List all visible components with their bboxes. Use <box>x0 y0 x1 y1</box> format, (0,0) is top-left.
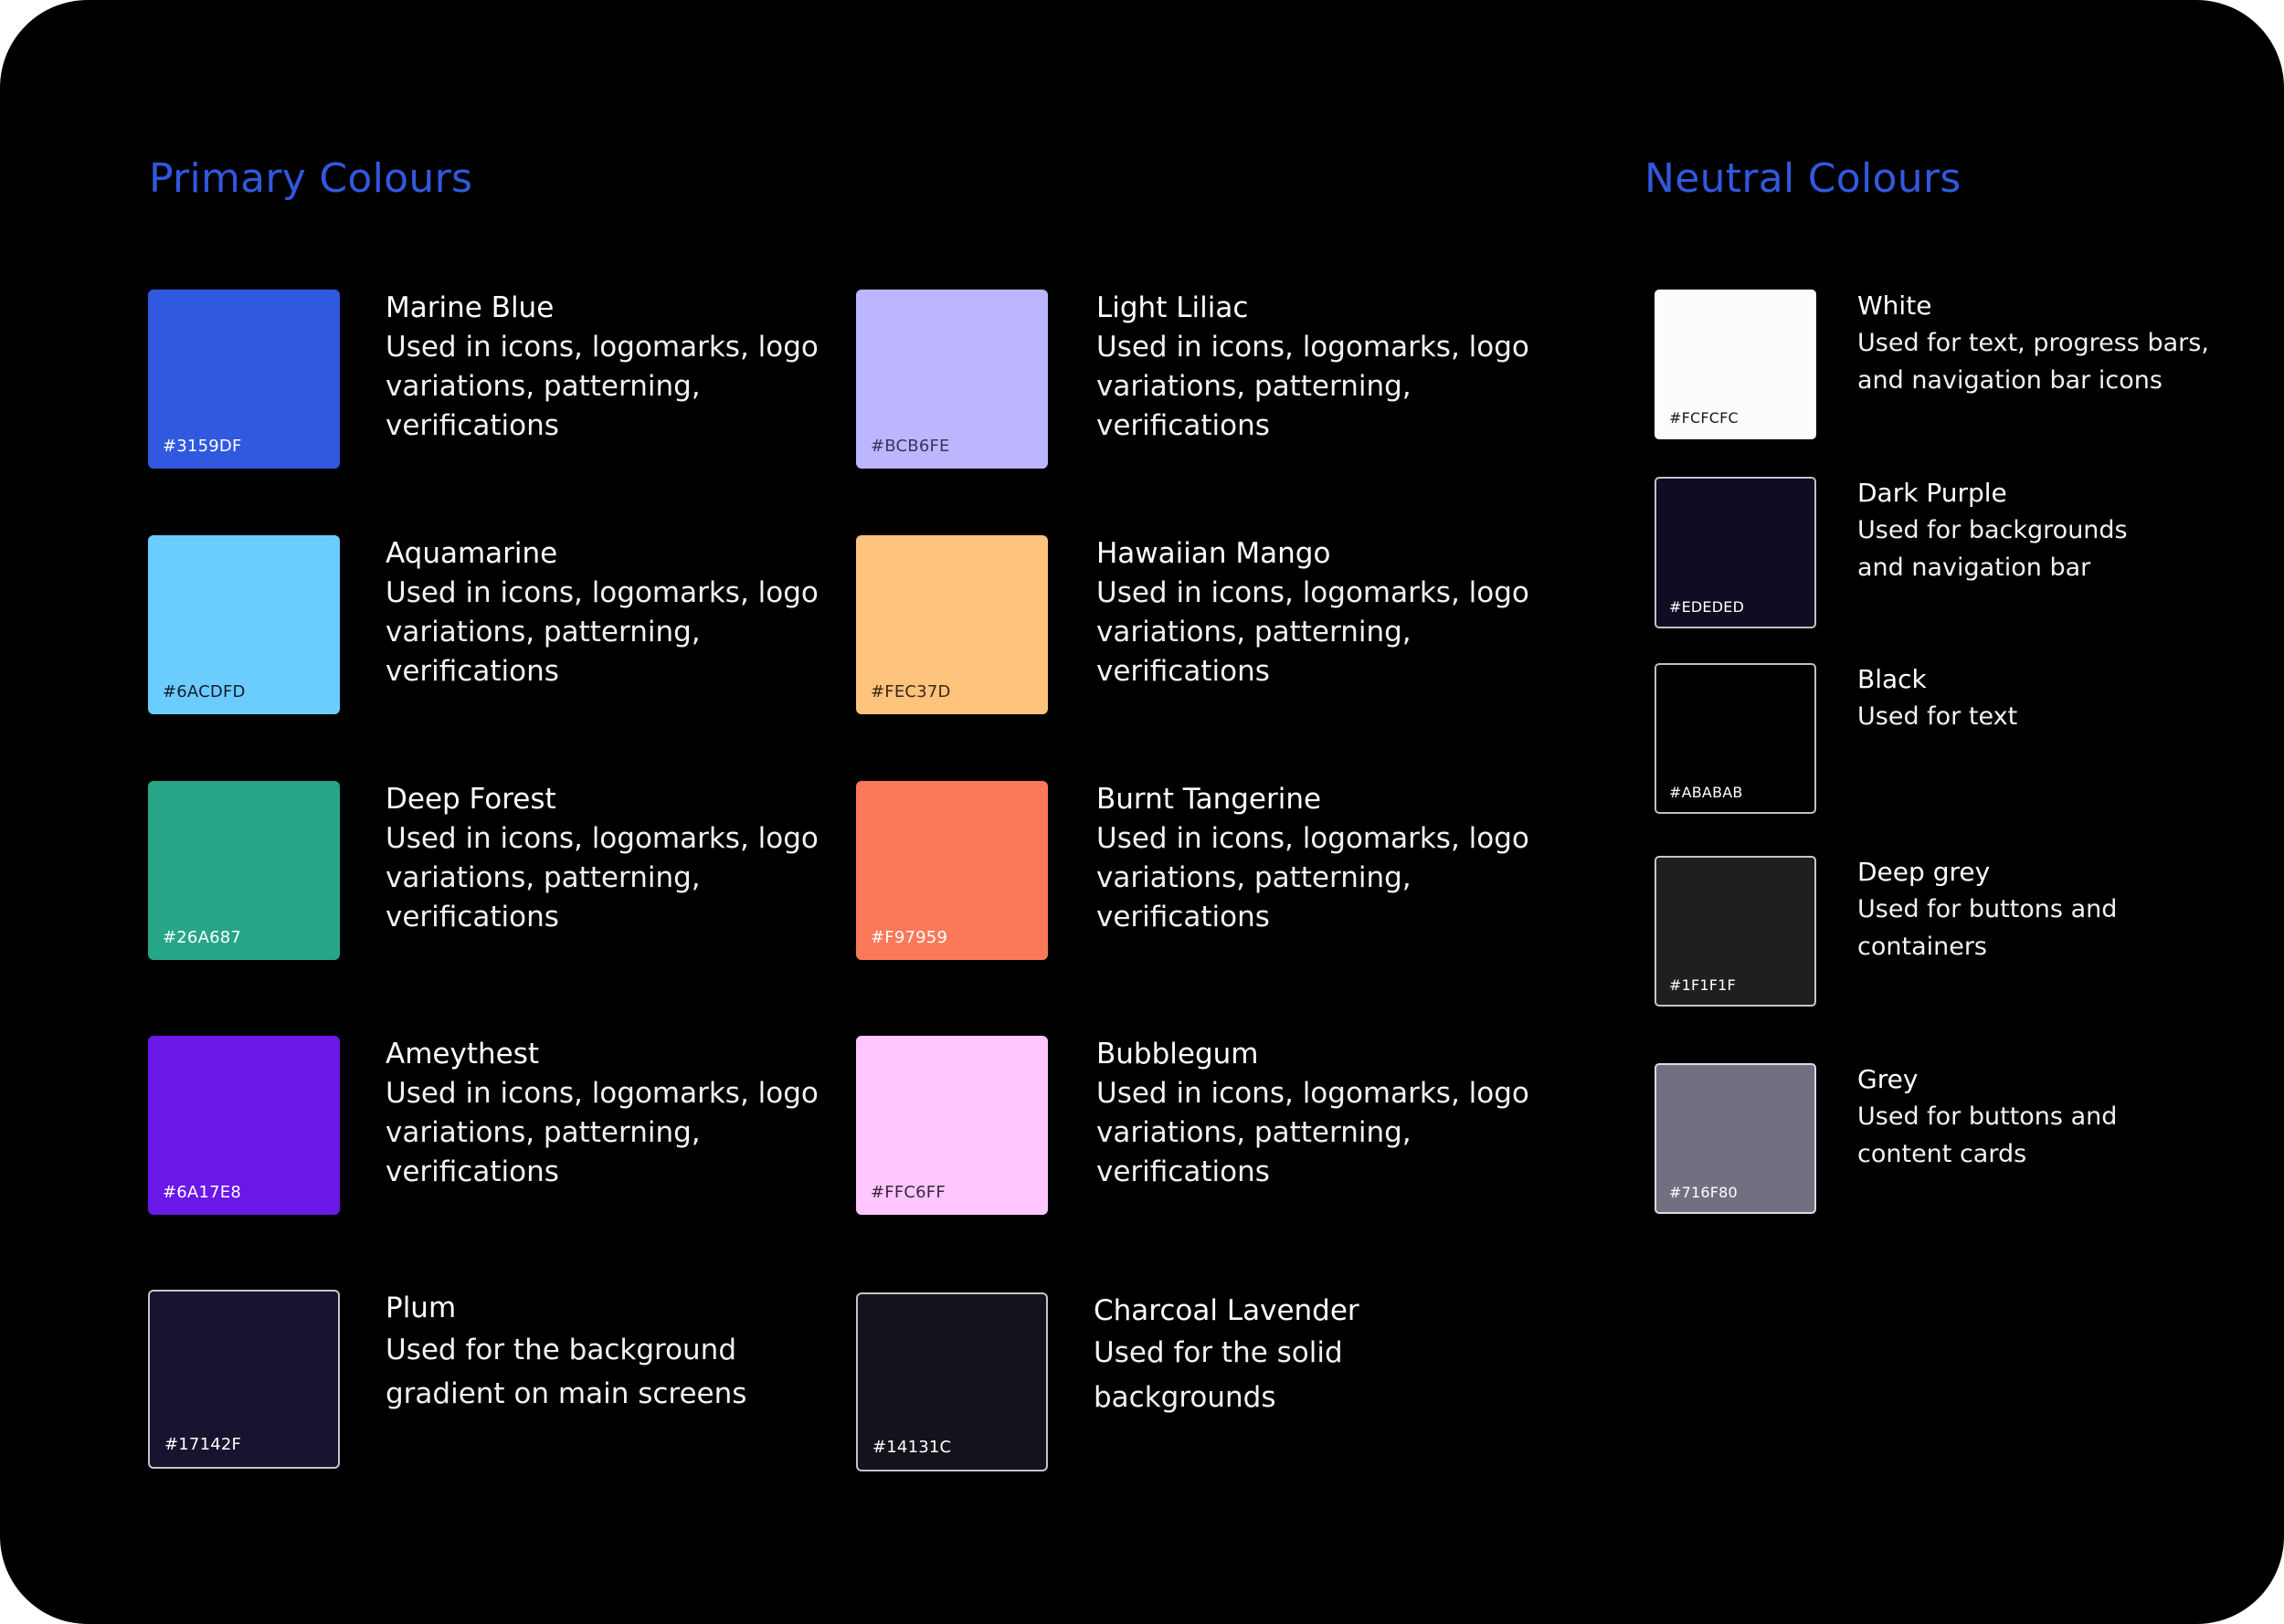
colour-name: Hawaiian Mango <box>1096 537 1331 570</box>
colour-swatch: #FCFCFC <box>1655 290 1816 439</box>
colour-description: Used in icons, logomarks, logo variation… <box>1096 1077 1529 1188</box>
colour-swatch: #FEC37D <box>856 535 1048 714</box>
colour-name: Marine Blue <box>386 291 555 324</box>
colour-swatch: #26A687 <box>148 781 340 960</box>
colour-description: Used for text, progress bars, and naviga… <box>1857 329 2209 395</box>
colour-name: Black <box>1857 664 1927 694</box>
hex-code: #716F80 <box>1669 1184 1738 1201</box>
colour-name: Deep Forest <box>386 783 556 816</box>
hex-code: #EDEDED <box>1669 598 1745 616</box>
hex-code: #ABABAB <box>1669 784 1743 801</box>
colour-description: Used for buttons and content cards <box>1857 1102 2118 1168</box>
colour-swatch: #716F80 <box>1655 1063 1816 1214</box>
hex-code: #14131C <box>872 1438 952 1457</box>
hex-code: #F97959 <box>871 928 948 947</box>
colour-name: Deep grey <box>1857 857 1991 887</box>
hex-code: #17142F <box>164 1435 242 1454</box>
colour-description: Used for the solid backgrounds <box>1094 1336 1343 1414</box>
colour-name: Aquamarine <box>386 537 558 570</box>
colour-description: Used for backgrounds and navigation bar <box>1857 516 2128 582</box>
hex-code: #FFC6FF <box>871 1183 946 1202</box>
hex-code: #3159DF <box>163 437 242 456</box>
colour-description: Used in icons, logomarks, logo variation… <box>1096 576 1529 688</box>
hex-code: #FCFCFC <box>1669 409 1739 427</box>
colour-description: Used in icons, logomarks, logo variation… <box>1096 331 1529 442</box>
hex-code: #1F1F1F <box>1669 976 1736 994</box>
palette-board: Primary Colours Neutral Colours #3159DF … <box>0 0 2284 1624</box>
colour-description: Used for buttons and containers <box>1857 895 2118 961</box>
colour-description: Used for text <box>1857 702 2018 731</box>
colour-description: Used in icons, logomarks, logo variation… <box>1096 822 1529 933</box>
colour-swatch: #6A17E8 <box>148 1036 340 1215</box>
colour-swatch: #ABABAB <box>1655 663 1816 814</box>
colour-swatch: #1F1F1F <box>1655 856 1816 1007</box>
colour-name: Burnt Tangerine <box>1096 783 1322 816</box>
colour-description: Used in icons, logomarks, logo variation… <box>386 822 819 933</box>
neutral-colours-title: Neutral Colours <box>1644 155 1961 202</box>
colour-name: Grey <box>1857 1064 1919 1094</box>
colour-swatch: #14131C <box>856 1292 1048 1471</box>
colour-name: Bubblegum <box>1096 1038 1259 1070</box>
colour-description: Used in icons, logomarks, logo variation… <box>386 576 819 688</box>
colour-name: Light Liliac <box>1096 291 1249 324</box>
hex-code: #BCB6FE <box>871 437 950 456</box>
hex-code: #26A687 <box>163 928 242 947</box>
primary-colours-title: Primary Colours <box>149 155 473 202</box>
colour-swatch: #EDEDED <box>1655 477 1816 628</box>
colour-name: Charcoal Lavender <box>1094 1294 1359 1327</box>
colour-swatch: #6ACDFD <box>148 535 340 714</box>
hex-code: #6A17E8 <box>163 1183 241 1202</box>
colour-swatch: #F97959 <box>856 781 1048 960</box>
colour-swatch: #17142F <box>148 1290 340 1469</box>
colour-swatch: #3159DF <box>148 290 340 469</box>
colour-name: White <box>1857 290 1932 321</box>
hex-code: #6ACDFD <box>163 682 246 701</box>
colour-description: Used in icons, logomarks, logo variation… <box>386 1077 819 1188</box>
colour-description: Used in icons, logomarks, logo variation… <box>386 331 819 442</box>
colour-name: Ameythest <box>386 1038 540 1070</box>
colour-name: Dark Purple <box>1857 478 2007 508</box>
colour-name: Plum <box>386 1292 457 1324</box>
colour-description: Used for the background gradient on main… <box>386 1334 747 1410</box>
hex-code: #FEC37D <box>871 682 951 701</box>
colour-swatch: #FFC6FF <box>856 1036 1048 1215</box>
colour-swatch: #BCB6FE <box>856 290 1048 469</box>
